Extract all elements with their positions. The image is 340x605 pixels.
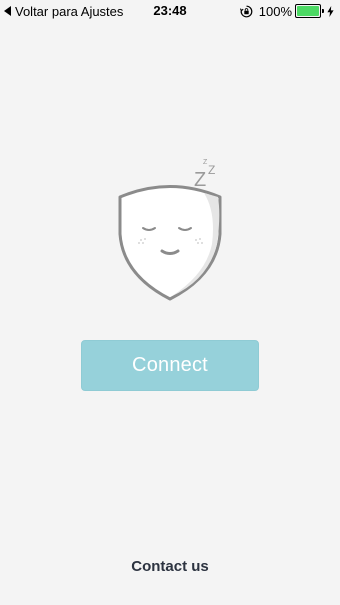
sleep-z-medium: Z <box>208 163 215 177</box>
shield-outline <box>118 185 222 301</box>
status-bar: Voltar para Ajustes 23:48 100% <box>0 0 340 22</box>
contact-us-link[interactable]: Contact us <box>0 558 340 575</box>
status-right: 100% <box>239 3 334 19</box>
charging-bolt-icon <box>327 5 334 17</box>
battery-fill <box>297 6 319 16</box>
orientation-lock-icon <box>239 5 253 17</box>
connect-button[interactable]: Connect <box>81 340 259 391</box>
battery-percent: 100% <box>258 3 292 19</box>
battery-cap <box>322 9 324 13</box>
sleep-z-large: Z <box>194 169 206 191</box>
battery-icon <box>295 4 321 18</box>
sleeping-shield-icon: Z Z Z <box>118 159 222 301</box>
sleep-z-small: Z <box>203 159 208 166</box>
